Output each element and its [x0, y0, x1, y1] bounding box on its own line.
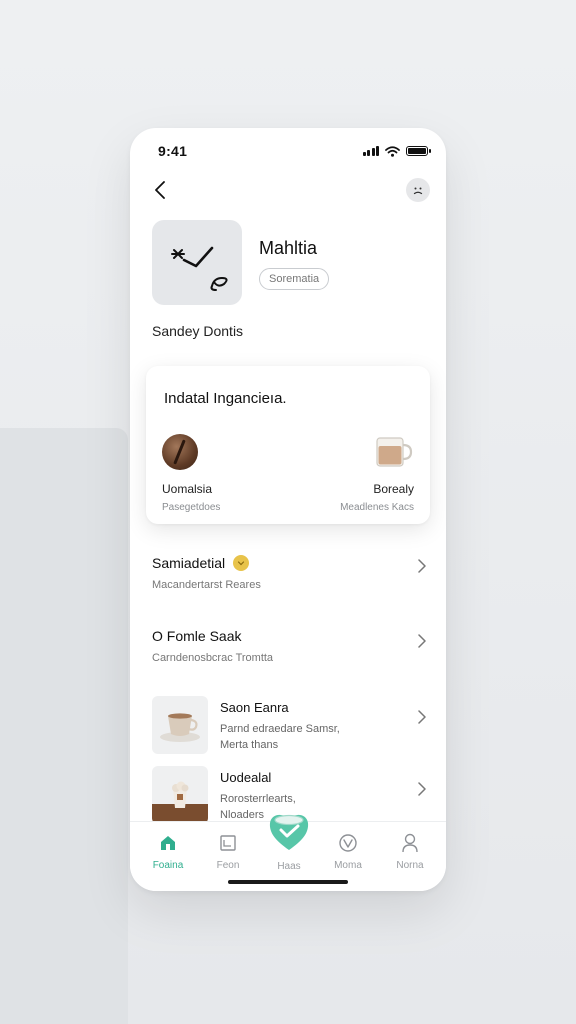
star-badge-icon — [233, 555, 250, 571]
profile-name: Mahltia — [259, 238, 318, 258]
list-item[interactable]: O Fomle Saak Carndenosbcrac Tromtta — [152, 628, 428, 668]
list-item-sub: Macandertarst Reares — [152, 579, 261, 591]
battery-icon — [406, 146, 431, 156]
signature-icon — [171, 246, 228, 291]
list-item[interactable]: Samiadetial Macandertarst Reares — [152, 555, 428, 595]
status-time: 9:41 — [158, 143, 188, 159]
center-action-button[interactable]: Haas — [266, 808, 312, 872]
document-icon — [203, 832, 253, 854]
user-icon — [385, 832, 435, 854]
status-bar: 9:41 — [130, 128, 446, 168]
nav-row — [148, 178, 430, 202]
tab-label: Feon — [216, 860, 240, 871]
chevron-right-icon — [418, 634, 426, 648]
home-icon — [143, 832, 193, 854]
card-item-label: Uomalsia — [162, 482, 213, 496]
card-item-coffee-beans[interactable]: Uomalsia Pasegetdoes — [162, 434, 220, 513]
chevron-left-icon — [155, 181, 165, 199]
card-item-coffee-mug[interactable]: Borealy Meadlenes Kacs — [340, 434, 414, 513]
chevron-right-icon — [418, 559, 426, 573]
card-item-sub: Meadlenes Kacs — [340, 502, 414, 513]
tab-label: Haas — [277, 861, 301, 872]
back-button[interactable] — [148, 178, 172, 202]
frown-face-icon — [413, 187, 423, 195]
coffee-cup-image-icon — [160, 713, 200, 742]
check-circle-icon — [323, 832, 373, 854]
tab-label: Moma — [334, 860, 362, 871]
profile-tag-button[interactable]: Sorematia — [259, 268, 330, 290]
background-panel — [0, 428, 128, 1024]
product-sub-line: Rorosterrlearts, — [220, 793, 296, 805]
list-item-title-row: Samiadetial — [152, 555, 428, 571]
product-title: Uodealal — [220, 770, 272, 785]
tab-bar: Foaina Feon Haas Moma Norna — [130, 814, 446, 891]
list-item-title-row: O Fomle Saak — [152, 628, 428, 644]
chevron-right-icon — [418, 782, 426, 796]
featured-card: Indatal Ingancieıa. Uomalsia Pasegetdoes… — [146, 366, 430, 524]
signal-icon — [362, 146, 379, 156]
home-indicator — [228, 880, 348, 884]
phone-frame: 9:41 Mahltia Sorematia Sandey Dontis Ind… — [130, 128, 446, 891]
product-thumbnail — [152, 696, 208, 754]
list-item-title: Samiadetial — [152, 555, 226, 571]
card-item-sub: Pasegetdoes — [162, 502, 221, 513]
coffee-bean-icon — [162, 434, 198, 470]
product-sub: Parnd edraedare Samsr, Merta thans — [220, 721, 370, 753]
coffee-mug-icon — [374, 434, 414, 470]
tab-home[interactable]: Foaina — [143, 832, 193, 871]
profile-header: Mahltia Sorematia — [152, 220, 428, 310]
chevron-right-icon — [418, 710, 426, 724]
face-button[interactable] — [406, 178, 430, 202]
heart-cup-icon — [269, 814, 309, 850]
product-row[interactable]: Saon Eanra Parnd edraedare Samsr, Merta … — [152, 696, 428, 756]
product-sub-line: Merta thans — [220, 739, 279, 751]
product-sub-line: Parnd edraedare Samsr, — [220, 723, 340, 735]
tab-check[interactable]: Moma — [323, 832, 373, 871]
tab-profile[interactable]: Norna — [385, 832, 435, 871]
product-title: Saon Eanra — [220, 700, 289, 715]
profile-subtitle: Sandey Dontis — [152, 323, 244, 339]
status-icons — [362, 140, 431, 157]
product-thumbnail — [152, 766, 208, 824]
coffee-drink-image-icon — [152, 781, 208, 824]
wifi-icon — [385, 145, 400, 157]
tab-label: Norna — [396, 860, 424, 871]
list-item-title: O Fomle Saak — [152, 628, 242, 644]
tab-label: Foaina — [152, 860, 184, 871]
avatar — [152, 220, 242, 305]
list-item-sub: Carndenosbcrac Tromtta — [152, 652, 274, 664]
tab-documents[interactable]: Feon — [203, 832, 253, 871]
card-title: Indatal Ingancieıa. — [164, 390, 287, 407]
card-item-label: Borealy — [373, 482, 414, 496]
